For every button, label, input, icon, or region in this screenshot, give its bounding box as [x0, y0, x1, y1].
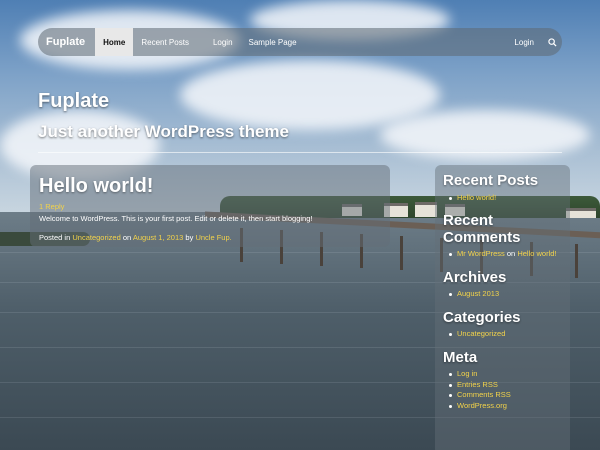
widget-meta: Meta Log in Entries RSS Comments RSS Wor… [443, 348, 562, 412]
site-description: Just another WordPress theme [38, 122, 289, 141]
post-article: Hello world! 1 Reply Welcome to WordPres… [30, 165, 390, 247]
widget-title: Categories [443, 308, 521, 326]
entries-rss-link[interactable]: Entries RSS [457, 380, 498, 389]
author-link[interactable]: Uncle Fup. [195, 233, 231, 242]
list-item: Mr WordPress on Hello world! [449, 249, 562, 260]
category-link[interactable]: Uncategorized [457, 329, 505, 338]
house [566, 208, 596, 218]
post-meta: Posted in Uncategorized on August 1, 201… [39, 233, 381, 242]
nav-item-recent-posts[interactable]: Recent Posts [133, 28, 197, 56]
widget-recent-posts: Recent Posts Hello world! [443, 172, 562, 204]
on-label: on [122, 233, 132, 242]
comment-author-link[interactable]: Mr WordPress [457, 249, 505, 258]
top-nav: Fuplate Home Recent Posts Login Sample P… [38, 28, 562, 56]
site-title[interactable]: Fuplate [38, 90, 109, 113]
widget-title: Archives [443, 268, 507, 286]
reply-link[interactable]: 1 Reply [39, 202, 381, 211]
sidebar: Recent Posts Hello world! Recent Comment… [435, 165, 570, 450]
list-item: Comments RSS [449, 390, 562, 401]
nav-item-login[interactable]: Login [197, 28, 241, 56]
list-item: Hello world! [449, 193, 562, 204]
nav-login-right[interactable]: Login [506, 28, 542, 56]
list-item: August 2013 [449, 289, 562, 300]
widget-archives: Archives August 2013 [443, 268, 562, 300]
post-body: Welcome to WordPress. This is your first… [39, 214, 313, 223]
comments-rss-link[interactable]: Comments RSS [457, 390, 511, 399]
widget-title: Recent Posts [443, 172, 539, 189]
brand-link[interactable]: Fuplate [38, 36, 95, 48]
widget-categories: Categories Uncategorized [443, 308, 562, 340]
nav-item-sample-page[interactable]: Sample Page [241, 28, 305, 56]
divider [38, 152, 562, 153]
post-title[interactable]: Hello world! [39, 175, 381, 198]
widget-title: Recent Comments [443, 212, 521, 246]
list-item: Uncategorized [449, 329, 562, 340]
house [415, 202, 437, 217]
recent-post-link[interactable]: Hello world! [457, 193, 496, 202]
list-item: Log in [449, 369, 562, 380]
archive-link[interactable]: August 2013 [457, 289, 499, 298]
date-link[interactable]: August 1, 2013 [133, 233, 183, 242]
widget-recent-comments: Recent Comments Mr WordPress on Hello wo… [443, 212, 562, 260]
comment-on-label: on [506, 249, 516, 258]
list-item: WordPress.org [449, 401, 562, 412]
category-link[interactable]: Uncategorized [72, 233, 120, 242]
widget-title: Meta [443, 348, 478, 366]
nav-item-home[interactable]: Home [95, 28, 134, 56]
list-item: Entries RSS [449, 380, 562, 391]
posted-in-label: Posted in [39, 233, 71, 242]
search-icon[interactable] [542, 28, 562, 56]
login-link[interactable]: Log in [457, 369, 477, 378]
comment-post-link[interactable]: Hello world! [517, 249, 556, 258]
wordpress-org-link[interactable]: WordPress.org [457, 401, 507, 410]
by-label: by [185, 233, 194, 242]
